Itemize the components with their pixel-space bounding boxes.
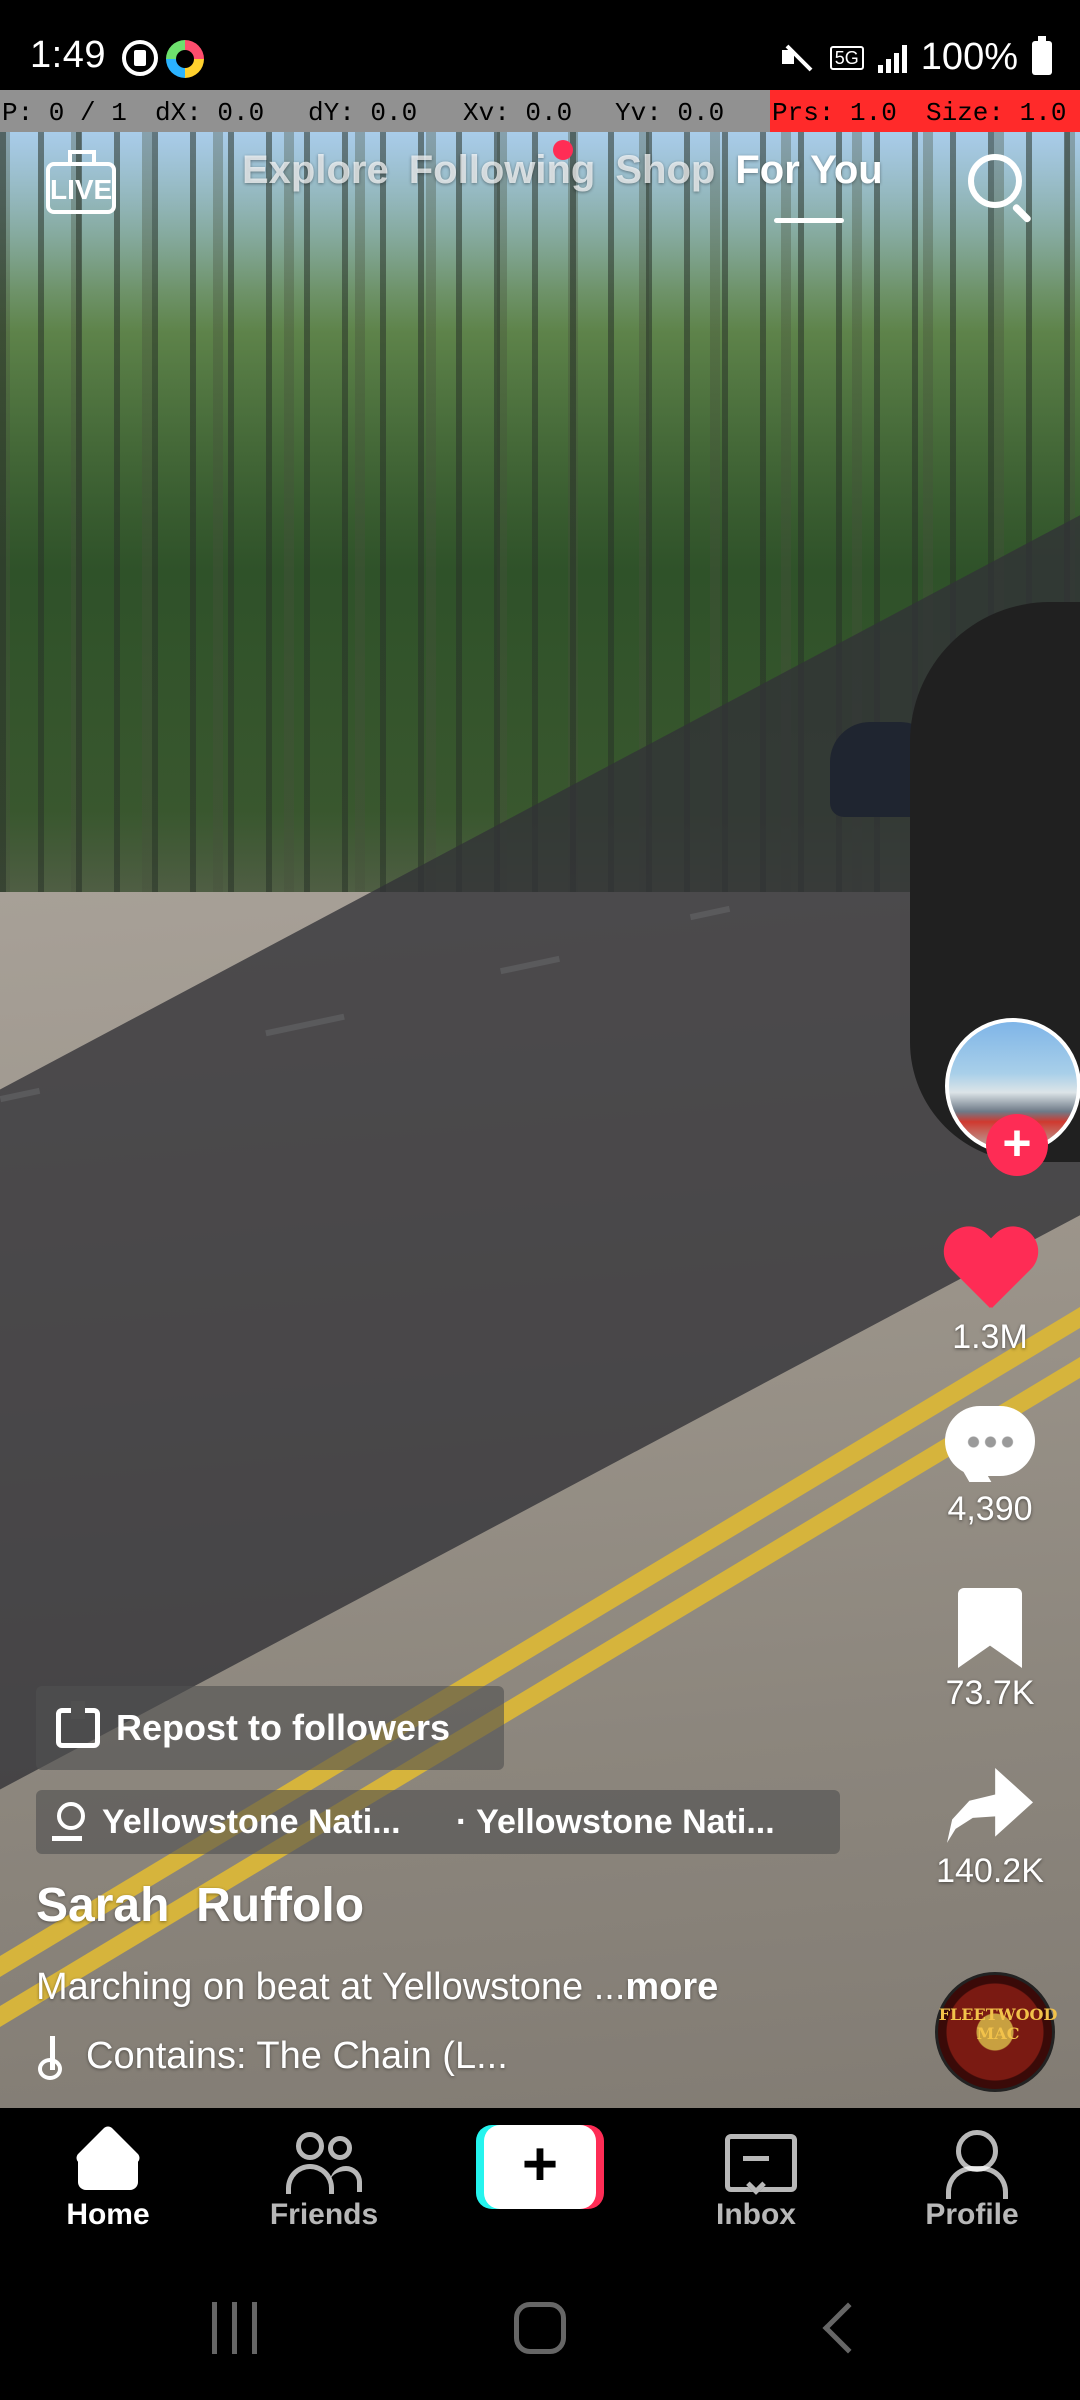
location-name: Yellowstone Nati... [102, 1803, 401, 1841]
sound-info[interactable]: Contains: The Chain (L... [36, 2034, 508, 2080]
tab-explore[interactable]: Explore [232, 148, 399, 193]
debug-yv: Yv: 0.0 [615, 98, 725, 128]
comment-count: 4,390 [947, 1490, 1033, 1528]
debug-dx: dX: 0.0 [155, 98, 265, 128]
repost-icon [56, 1701, 100, 1748]
system-home-button[interactable] [514, 2302, 566, 2354]
status-time: 1:49 [30, 34, 106, 76]
nav-profile[interactable]: Profile [892, 2128, 1052, 2232]
music-note-icon [36, 2034, 72, 2080]
status-right-group: 5G 100% [780, 35, 1052, 79]
debug-pressure: Prs: 1.0 [770, 90, 924, 132]
friends-icon [286, 2128, 362, 2194]
debug-xv: Xv: 0.0 [463, 98, 573, 128]
profile-icon [944, 2128, 1008, 2199]
nav-home[interactable]: Home [28, 2128, 188, 2232]
search-button[interactable] [962, 150, 1038, 226]
like-button[interactable]: 1.3M [900, 1228, 1080, 1357]
following-notification-dot [553, 140, 573, 160]
home-icon [74, 2128, 142, 2192]
nav-profile-label: Profile [925, 2198, 1019, 2231]
bookmark-count: 73.7K [945, 1674, 1035, 1712]
bottom-navigation: Home Friends + Inbox Profile [0, 2108, 1080, 2254]
like-count: 1.3M [952, 1318, 1028, 1356]
debug-size: Size: 1.0 [924, 90, 1080, 132]
battery-icon [1032, 35, 1052, 75]
debug-dy: dY: 0.0 [308, 98, 418, 128]
share-count: 140.2K [936, 1852, 1044, 1890]
location-name-secondary: · Yellowstone Nati... [456, 1803, 775, 1841]
mute-icon [780, 40, 816, 76]
search-icon [968, 154, 1022, 208]
search-icon-handle [1011, 203, 1033, 224]
app-notification-icon [122, 40, 158, 76]
caption-more-link[interactable]: more [625, 1966, 718, 2008]
pointer-debug-overlay: P: 0 / 1 dX: 0.0 dY: 0.0 Xv: 0.0 Yv: 0.0… [0, 90, 1080, 132]
create-button[interactable]: + [476, 2125, 604, 2209]
battery-percent: 100% [920, 36, 1018, 78]
back-button[interactable] [822, 2302, 874, 2354]
nav-friends-label: Friends [269, 2198, 379, 2231]
location-bar[interactable]: Yellowstone Nati... · Yellowstone Nati..… [36, 1790, 840, 1854]
video-caption[interactable]: Marching on beat at Yellowstone ...more [36, 1966, 718, 2009]
repost-button[interactable]: Repost to followers [36, 1686, 504, 1770]
system-navigation [0, 2254, 1080, 2400]
tab-following[interactable]: Following [399, 148, 606, 193]
nav-friends[interactable]: Friends [244, 2128, 404, 2232]
location-pin-icon [52, 1802, 85, 1842]
creator-username[interactable]: Sarah Ruffolo [36, 1878, 364, 1933]
5g-icon: 5G [829, 45, 864, 70]
share-button[interactable]: 140.2K [900, 1768, 1080, 1891]
bookmark-button[interactable]: 73.7K [900, 1588, 1080, 1713]
nav-inbox[interactable]: Inbox [676, 2128, 836, 2232]
repost-label: Repost to followers [116, 1707, 451, 1748]
bookmark-icon [958, 1588, 1022, 1668]
heart-icon [942, 1228, 1038, 1312]
signal-icon [877, 43, 907, 73]
top-navigation: LIVE Explore Following Shop For You [0, 132, 1080, 242]
color-app-icon [166, 40, 204, 78]
sound-name: Contains: The Chain (L... [86, 2035, 508, 2077]
live-label: LIVE [50, 174, 113, 205]
debug-pointer-count: P: 0 / 1 [2, 98, 127, 128]
live-button[interactable]: LIVE [46, 150, 118, 222]
plus-icon: + [484, 2125, 596, 2209]
tab-shop[interactable]: Shop [605, 148, 725, 193]
tab-for-you[interactable]: For You [725, 148, 892, 223]
music-disc[interactable]: FLEETWOOD MAC [935, 1972, 1058, 2092]
nav-home-label: Home [66, 2198, 150, 2231]
caption-text: Marching on beat at Yellowstone ... [36, 1966, 626, 2008]
recents-button[interactable] [212, 2302, 262, 2354]
comment-icon [945, 1406, 1035, 1484]
nav-inbox-label: Inbox [716, 2198, 796, 2231]
inbox-icon [725, 2128, 797, 2195]
follow-button[interactable]: + [986, 1114, 1048, 1176]
comment-button[interactable]: 4,390 [900, 1406, 1080, 1529]
music-disc-logo: FLEETWOOD MAC [938, 2005, 1058, 2043]
status-bar: 1:49 5G 100% [0, 0, 1080, 90]
share-icon [947, 1768, 1033, 1846]
